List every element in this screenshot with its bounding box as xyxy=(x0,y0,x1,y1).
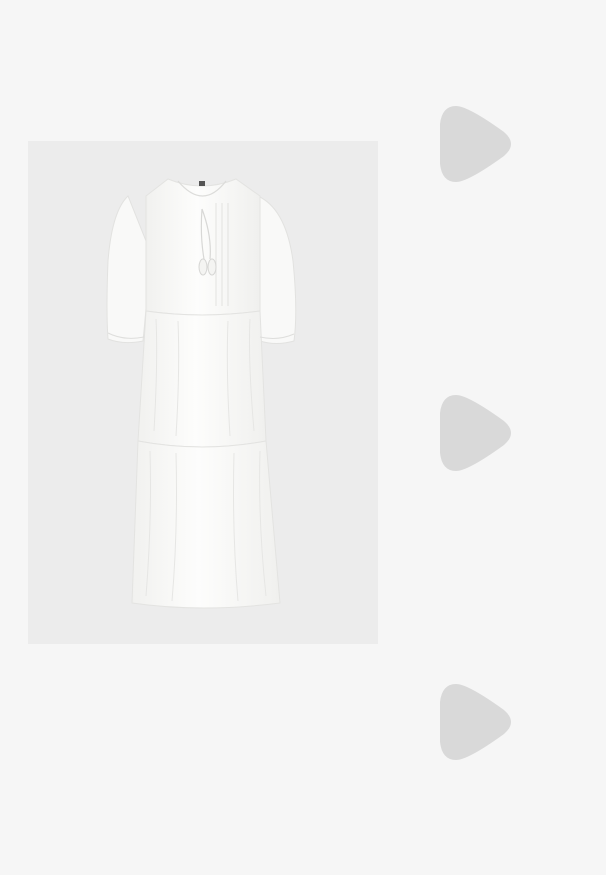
play-triangle-icon xyxy=(440,106,511,182)
dress-illustration xyxy=(106,178,297,609)
dress-left-sleeve xyxy=(106,195,151,344)
dress-bottom-tier xyxy=(131,440,281,609)
play-triangle-icon xyxy=(440,684,511,760)
dress-label xyxy=(199,181,205,186)
play-triangle-icon xyxy=(440,395,511,471)
carousel-play-button-1[interactable] xyxy=(438,102,518,186)
product-image[interactable] xyxy=(28,141,378,644)
product-gallery-page xyxy=(0,0,606,875)
carousel-play-button-2[interactable] xyxy=(438,391,518,475)
carousel-play-button-3[interactable] xyxy=(438,680,518,764)
dress-bodice xyxy=(145,178,261,316)
dress-middle-tier xyxy=(137,310,267,448)
